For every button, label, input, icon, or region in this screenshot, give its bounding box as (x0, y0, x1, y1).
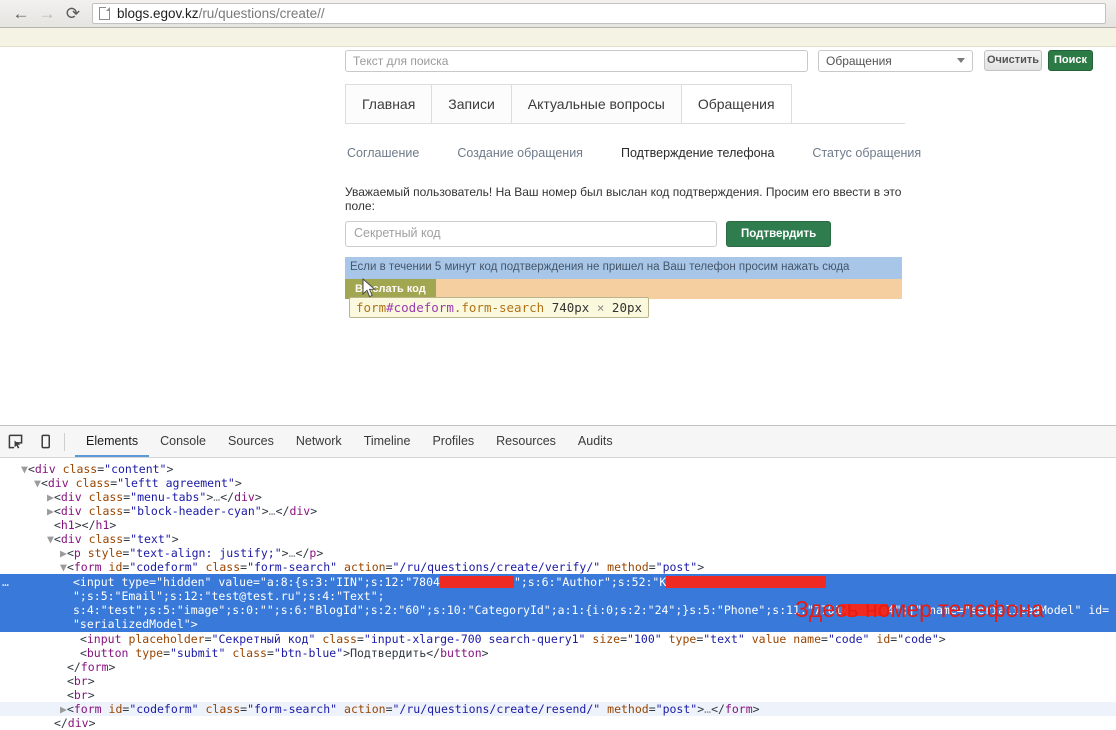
device-toolbar-icon[interactable] (30, 427, 60, 457)
twisty-open-icon[interactable]: ▼ (47, 532, 54, 546)
mouse-cursor-icon (362, 278, 376, 298)
tooltip-height: 20px (611, 300, 643, 315)
toolbar-divider (64, 432, 65, 451)
twisty-open-icon[interactable]: ▼ (21, 462, 28, 476)
dom-tree-line[interactable]: <h1></h1> (0, 518, 1116, 532)
menu-tab-actual-questions[interactable]: Актуальные вопросы (510, 84, 682, 123)
dom-tree-line[interactable]: ▶<div class="block-header-cyan">…</div> (0, 504, 1116, 518)
content-column: Главная Записи Актуальные вопросы Обраще… (345, 84, 921, 247)
twisty-open-icon[interactable]: ▼ (34, 476, 41, 490)
dom-tree-line[interactable]: ▶<p style="text-align: justify;">…</p> (0, 546, 1116, 560)
dom-tree-line[interactable]: <br> (0, 688, 1116, 702)
search-submit-button[interactable]: Поиск (1048, 50, 1093, 71)
dom-tree-line[interactable]: ▼<div class="leftt agreement"> (0, 476, 1116, 490)
twisty-none (60, 660, 67, 674)
search-bar-strip (0, 28, 1116, 47)
menu-tab-records[interactable]: Записи (431, 84, 512, 123)
dom-tree-line[interactable]: ▼<div class="text"> (0, 532, 1116, 546)
step-tab-phone-confirmation[interactable]: Подтверждение телефона (621, 146, 774, 160)
dom-tree-line[interactable]: ▶<div class="menu-tabs">…</div> (0, 490, 1116, 504)
step-tab-appeal-status[interactable]: Статус обращения (812, 146, 921, 160)
twisty-closed-icon[interactable]: ▶ (60, 546, 67, 560)
twisty-closed-icon[interactable]: ▶ (47, 490, 54, 504)
tab-profiles[interactable]: Profiles (421, 426, 485, 457)
highlight-padding-band: Выслать код (345, 279, 902, 299)
reload-icon[interactable]: ⟳ (60, 2, 86, 26)
dom-tree-line[interactable]: <button type="submit" class="btn-blue">П… (0, 646, 1116, 660)
twisty-none (60, 688, 67, 702)
twisty-none (47, 518, 54, 532)
twisty-none (73, 646, 80, 660)
inspector-tooltip: form#codeform.form-search 740px × 20px (349, 297, 650, 318)
browser-toolbar: ← → ⟳ blogs.egov.kz/ru/questions/create/… (0, 0, 1116, 28)
tooltip-width: 740px (551, 300, 590, 315)
step-tabs: Соглашение Создание обращения Подтвержде… (345, 124, 921, 160)
search-clear-button[interactable]: Очистить (984, 50, 1042, 71)
tab-console[interactable]: Console (149, 426, 217, 457)
chevron-down-icon (957, 58, 965, 63)
step-tab-agreement[interactable]: Соглашение (347, 146, 419, 160)
search-category-value: Обращения (826, 54, 892, 68)
confirmation-notice: Уважаемый пользователь! На Ваш номер был… (345, 185, 902, 213)
tooltip-classes: .form-search (453, 300, 545, 315)
redaction-block (666, 576, 827, 588)
twisty-closed-icon[interactable]: ▶ (47, 504, 54, 518)
back-arrow-icon[interactable]: ← (8, 2, 34, 26)
twisty-open-icon[interactable]: ▼ (60, 560, 67, 574)
tab-timeline[interactable]: Timeline (353, 426, 422, 457)
confirm-button[interactable]: Подтвердить (726, 221, 832, 247)
forward-arrow-icon[interactable]: → (34, 2, 60, 26)
dom-tree-line[interactable]: </form> (0, 660, 1116, 674)
resend-notice-text: Если в течении 5 минут код подтверждения… (345, 257, 902, 279)
tooltip-id: #codeform (386, 300, 454, 315)
twisty-none (60, 674, 67, 688)
twisty-none (47, 716, 54, 730)
inspect-element-icon[interactable] (0, 427, 30, 457)
dom-tree-line[interactable]: <br> (0, 674, 1116, 688)
dom-tree[interactable]: ▼<div class="content"> ▼<div class="leftt… (0, 458, 1116, 730)
code-form-row: Секретный код Подтвердить (345, 221, 905, 247)
secret-code-input[interactable]: Секретный код (345, 221, 717, 247)
menu-tabs: Главная Записи Актуальные вопросы Обраще… (345, 84, 905, 124)
tab-sources[interactable]: Sources (217, 426, 285, 457)
resend-code-button[interactable]: Выслать код (345, 279, 436, 299)
redaction-block (439, 576, 514, 588)
dom-tree-selected-line[interactable]: … <input type="hidden" value="a:8:{s:3:"I… (0, 574, 1116, 632)
page-document-icon (99, 7, 110, 20)
tooltip-separator: × (596, 300, 605, 315)
devtools-panel: Elements Console Sources Network Timelin… (0, 425, 1116, 730)
dom-tree-line[interactable]: ▼<div class="content"> (0, 462, 1116, 476)
menu-tab-appeals[interactable]: Обращения (680, 84, 792, 123)
inspector-highlight-overlay: Если в течении 5 минут код подтверждения… (345, 257, 902, 318)
tab-elements[interactable]: Elements (75, 426, 150, 457)
redaction-block (841, 604, 888, 616)
dom-tree-line[interactable]: <input placeholder="Секретный код" class… (0, 632, 1116, 646)
search-input[interactable]: Текст для поиска (345, 50, 808, 72)
twisty-none (73, 632, 80, 646)
devtools-toolbar: Elements Console Sources Network Timelin… (0, 426, 1116, 458)
address-bar[interactable]: blogs.egov.kz/ru/questions/create// (92, 3, 1106, 24)
expand-dots-marker[interactable]: … (2, 575, 10, 589)
search-category-select[interactable]: Обращения (818, 50, 973, 72)
selected-node-markup: <input type="hidden" value="a:8:{s:3:"II… (73, 575, 1110, 631)
tab-resources[interactable]: Resources (485, 426, 567, 457)
tooltip-tag: form (356, 300, 387, 315)
dom-tree-line[interactable]: ▶<form id="codeform" class="form-search"… (0, 702, 1116, 716)
tab-audits[interactable]: Audits (567, 426, 624, 457)
twisty-closed-icon[interactable]: ▶ (60, 702, 67, 716)
tab-network[interactable]: Network (285, 426, 353, 457)
dom-tree-line[interactable]: ▼<form id="codeform" class="form-search"… (0, 560, 1116, 574)
url-host: blogs.egov.kz (117, 6, 199, 21)
url-path: /ru/questions/create// (198, 6, 325, 21)
dom-tree-line[interactable]: </div> (0, 716, 1116, 730)
menu-tab-main[interactable]: Главная (345, 84, 433, 123)
step-tab-create-appeal[interactable]: Создание обращения (457, 146, 583, 160)
url-text: blogs.egov.kz/ru/questions/create// (117, 6, 325, 21)
page-viewport: Текст для поиска Обращения Очистить Поис… (0, 28, 1116, 425)
